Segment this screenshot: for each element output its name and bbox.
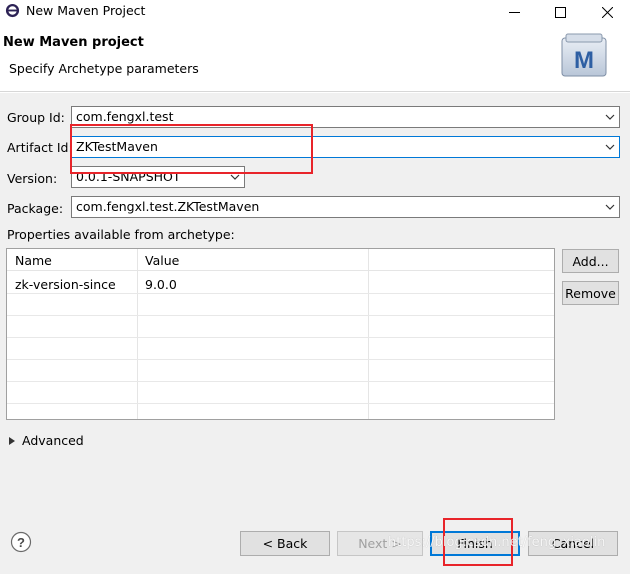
expand-arrow-icon (9, 436, 15, 445)
row-divider (7, 403, 554, 404)
chevron-down-icon[interactable] (605, 202, 615, 212)
package-label: Package: (7, 201, 64, 216)
add-property-button[interactable]: Add... (562, 249, 619, 273)
row-divider (7, 293, 554, 294)
back-button[interactable]: < Back (240, 531, 330, 556)
column-divider (137, 249, 138, 419)
chevron-down-icon[interactable] (230, 172, 240, 182)
artifact-id-label: Artifact Id: (7, 140, 73, 155)
group-id-value: com.fengxl.test (76, 109, 174, 124)
wizard-header: New Maven project Specify Archetype para… (0, 24, 630, 92)
maven-logo-icon: M (561, 33, 607, 77)
close-icon (601, 6, 613, 18)
remove-property-button[interactable]: Remove (562, 281, 619, 305)
row-divider (7, 381, 554, 382)
row-divider (7, 315, 554, 316)
column-divider (368, 249, 369, 419)
eclipse-icon (5, 3, 20, 18)
column-header-value[interactable]: Value (145, 253, 179, 268)
advanced-label: Advanced (22, 433, 84, 448)
page-title: New Maven project (3, 35, 144, 50)
title-bar: New Maven Project (0, 0, 630, 24)
row-divider (7, 359, 554, 360)
artifact-id-value: ZKTestMaven (76, 139, 158, 154)
row-divider (7, 337, 554, 338)
group-id-combo[interactable]: com.fengxl.test (71, 106, 620, 128)
properties-label: Properties available from archetype: (7, 227, 235, 242)
version-value: 0.0.1-SNAPSHOT (76, 169, 181, 184)
property-value-cell[interactable]: 9.0.0 (145, 277, 177, 292)
page-subtitle: Specify Archetype parameters (9, 61, 199, 76)
maximize-button[interactable] (537, 0, 583, 24)
advanced-toggle[interactable]: Advanced (8, 433, 84, 448)
window-title: New Maven Project (26, 3, 146, 18)
column-header-name[interactable]: Name (15, 253, 52, 268)
help-icon[interactable]: ? (10, 531, 32, 553)
properties-table[interactable]: Name Value zk-version-since 9.0.0 (6, 248, 555, 420)
watermark: https://blog.csdn.net/feng_xiaolin (388, 535, 606, 550)
version-label: Version: (7, 171, 58, 186)
group-id-label: Group Id: (7, 110, 65, 125)
close-button[interactable] (584, 0, 630, 24)
artifact-id-combo[interactable]: ZKTestMaven (71, 136, 620, 158)
svg-text:?: ? (17, 535, 25, 550)
package-combo[interactable]: com.fengxl.test.ZKTestMaven (71, 196, 620, 218)
minimize-icon (508, 11, 520, 13)
minimize-button[interactable] (491, 0, 537, 24)
maximize-icon (554, 6, 566, 18)
chevron-down-icon[interactable] (605, 142, 615, 152)
svg-text:M: M (574, 47, 594, 74)
package-value: com.fengxl.test.ZKTestMaven (76, 199, 260, 214)
version-combo[interactable]: 0.0.1-SNAPSHOT (71, 166, 245, 188)
chevron-down-icon[interactable] (605, 112, 615, 122)
property-name-cell[interactable]: zk-version-since (15, 277, 116, 292)
table-header: Name Value (7, 249, 554, 271)
